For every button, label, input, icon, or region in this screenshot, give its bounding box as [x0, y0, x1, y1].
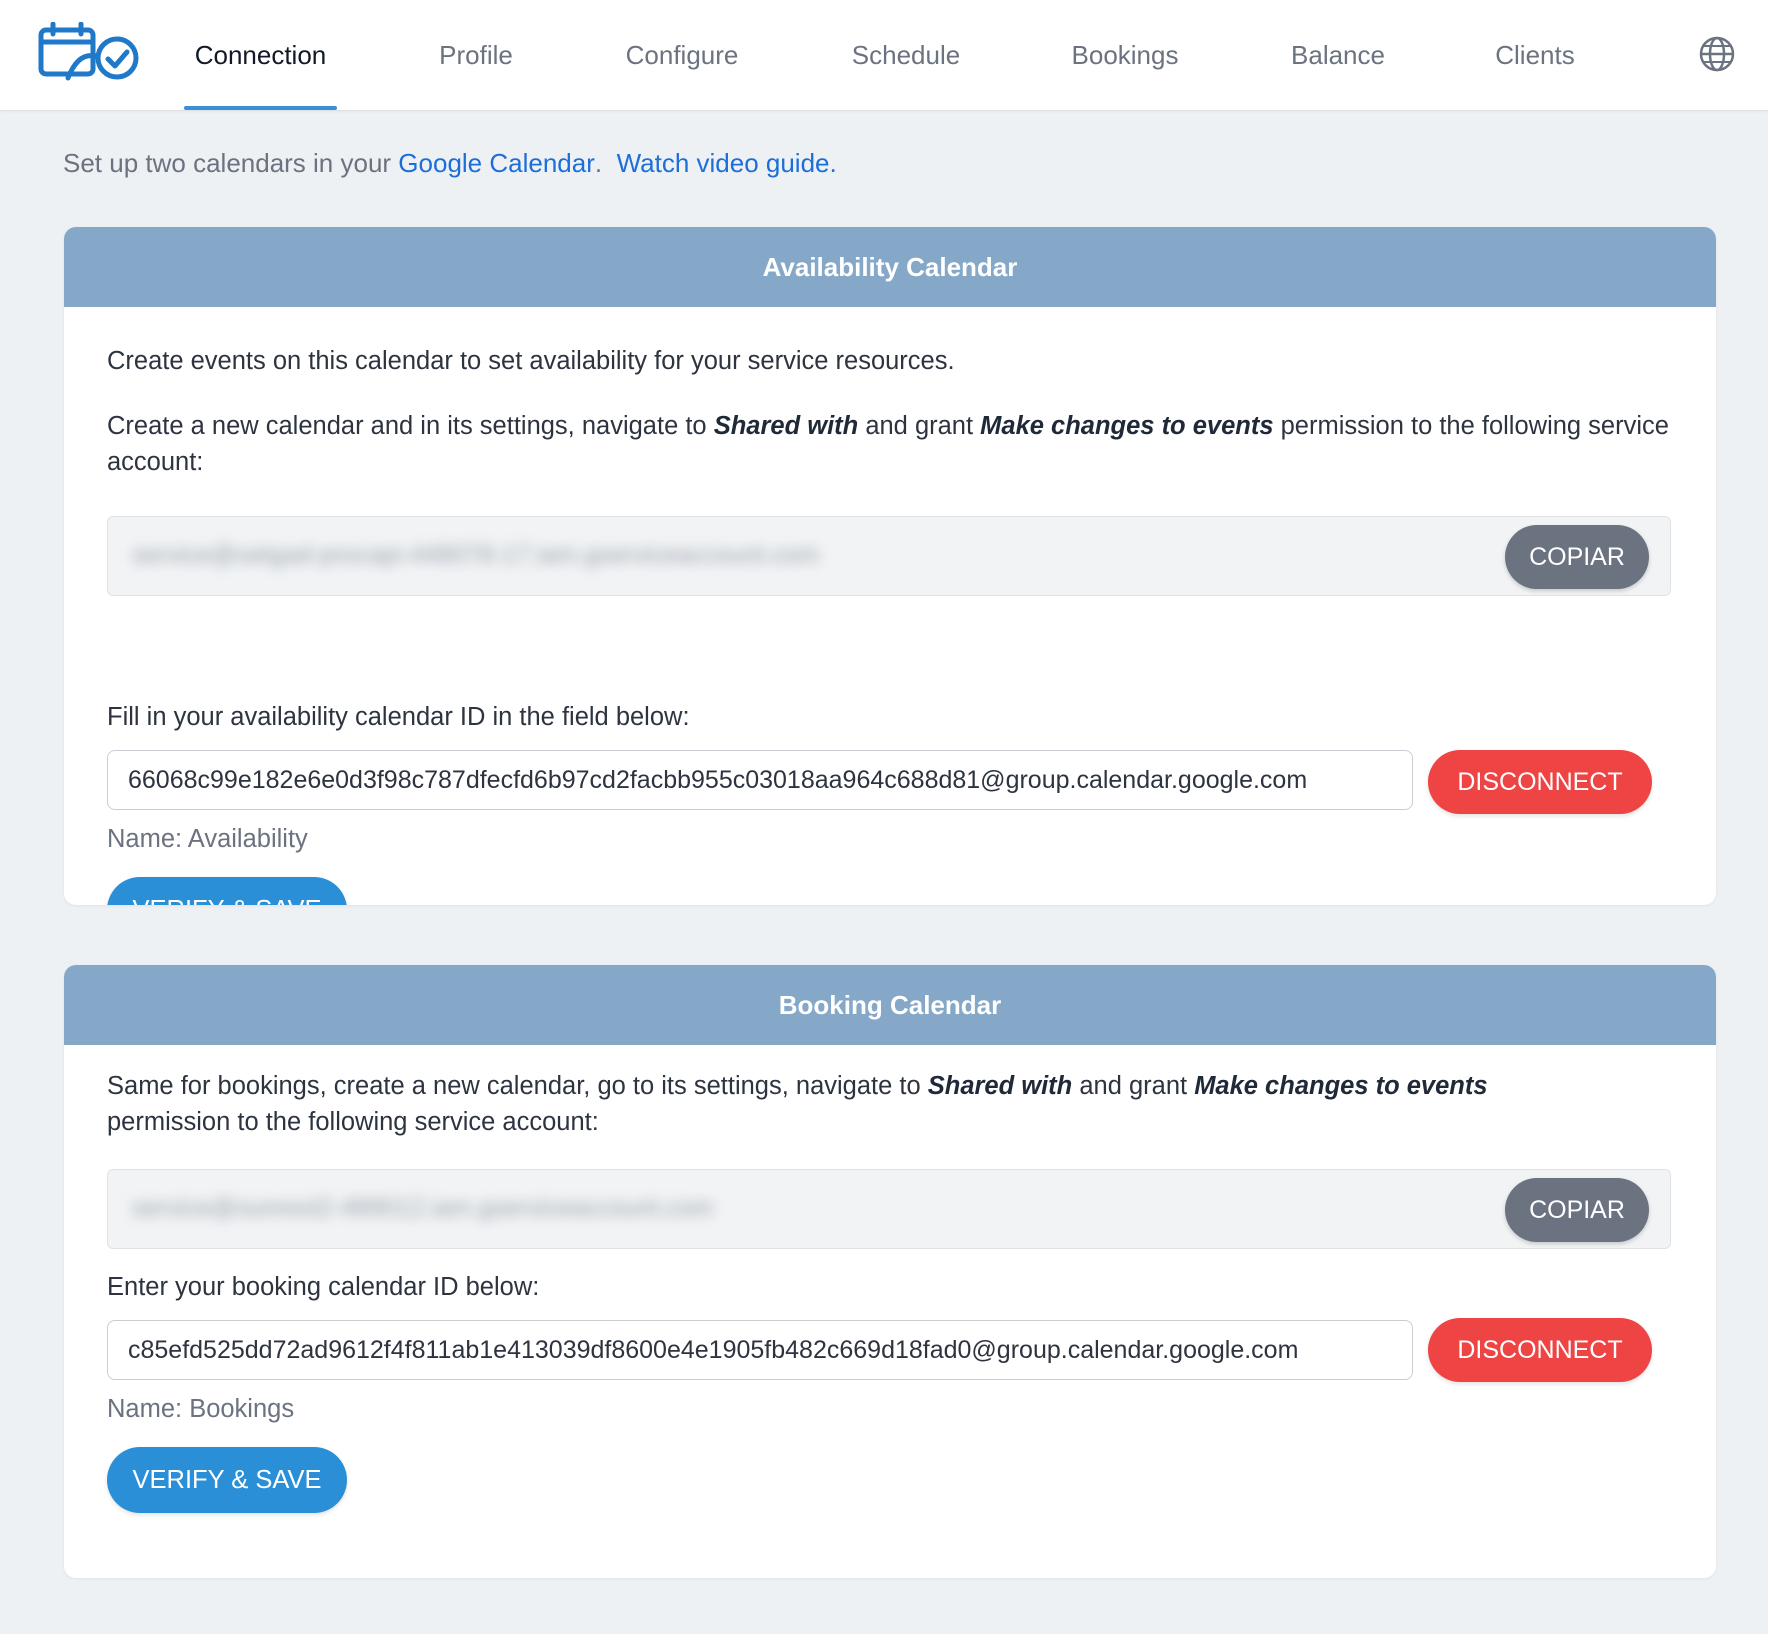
availability-calendar-id-input[interactable]	[107, 750, 1413, 810]
instruction-text: permission to the following service acco…	[107, 1108, 599, 1136]
disconnect-button[interactable]: DISCONNECT	[1428, 1318, 1652, 1382]
tab-schedule[interactable]: Schedule	[840, 0, 972, 110]
availability-calendar-name: Name: Availability	[107, 825, 308, 853]
tab-balance[interactable]: Balance	[1280, 0, 1396, 110]
verify-save-button[interactable]: VERIFY & SAVE	[107, 1447, 347, 1513]
calendar-check-icon[interactable]	[38, 21, 140, 84]
availability-card-title: Availability Calendar	[64, 227, 1716, 307]
instruction-text: Create a new calendar and in its setting…	[107, 412, 714, 440]
instruction-text: and grant	[858, 412, 981, 440]
availability-calendar-card: Availability Calendar Create events on t…	[64, 227, 1716, 905]
tab-configure[interactable]: Configure	[612, 0, 752, 110]
tab-profile[interactable]: Profile	[420, 0, 532, 110]
disconnect-button[interactable]: DISCONNECT	[1428, 750, 1652, 814]
booking-calendar-id-input[interactable]	[107, 1320, 1413, 1380]
instruction-emphasis: Make changes to events	[980, 412, 1274, 440]
intro-period: .	[594, 148, 603, 178]
booking-card-title: Booking Calendar	[64, 965, 1716, 1045]
availability-description: Create events on this calendar to set av…	[107, 347, 955, 375]
instruction-text: and grant	[1072, 1072, 1195, 1100]
intro-text: Set up two calendars in your Google Cale…	[63, 148, 837, 179]
instruction-emphasis: Shared with	[927, 1072, 1073, 1100]
booking-calendar-card: Booking Calendar Same for bookings, crea…	[64, 965, 1716, 1578]
service-account-box: service@setgad-procapi-448078-17.iam.gse…	[107, 516, 1671, 596]
booking-calendar-name: Name: Bookings	[107, 1395, 295, 1423]
watch-video-guide-link[interactable]: Watch video guide.	[617, 148, 837, 178]
copy-button[interactable]: COPIAR	[1505, 525, 1649, 589]
service-account-email: service@sunrest2-489012.iam.gserviceacco…	[132, 1194, 714, 1222]
intro-prefix: Set up two calendars in your	[63, 148, 399, 178]
tab-clients[interactable]: Clients	[1482, 0, 1588, 110]
globe-icon[interactable]	[1698, 35, 1736, 73]
availability-id-label: Fill in your availability calendar ID in…	[107, 703, 690, 731]
booking-instruction: Same for bookings, create a new calendar…	[107, 1068, 1496, 1140]
instruction-emphasis: Shared with	[713, 412, 859, 440]
instruction-text: Same for bookings, create a new calendar…	[107, 1072, 928, 1100]
tab-connection[interactable]: Connection	[184, 0, 337, 110]
service-account-email: service@setgad-procapi-448078-17.iam.gse…	[132, 541, 819, 569]
google-calendar-link[interactable]: Google Calendar	[398, 148, 595, 178]
top-navigation: Connection Profile Configure Schedule Bo…	[0, 0, 1768, 111]
instruction-emphasis: Make changes to events	[1194, 1072, 1488, 1100]
tab-bookings[interactable]: Bookings	[1060, 0, 1190, 110]
verify-save-button[interactable]: VERIFY & SAVE	[107, 877, 347, 905]
copy-button[interactable]: COPIAR	[1505, 1178, 1649, 1242]
service-account-box: service@sunrest2-489012.iam.gserviceacco…	[107, 1169, 1671, 1249]
booking-id-label: Enter your booking calendar ID below:	[107, 1273, 540, 1301]
availability-instruction: Create a new calendar and in its setting…	[107, 408, 1673, 480]
